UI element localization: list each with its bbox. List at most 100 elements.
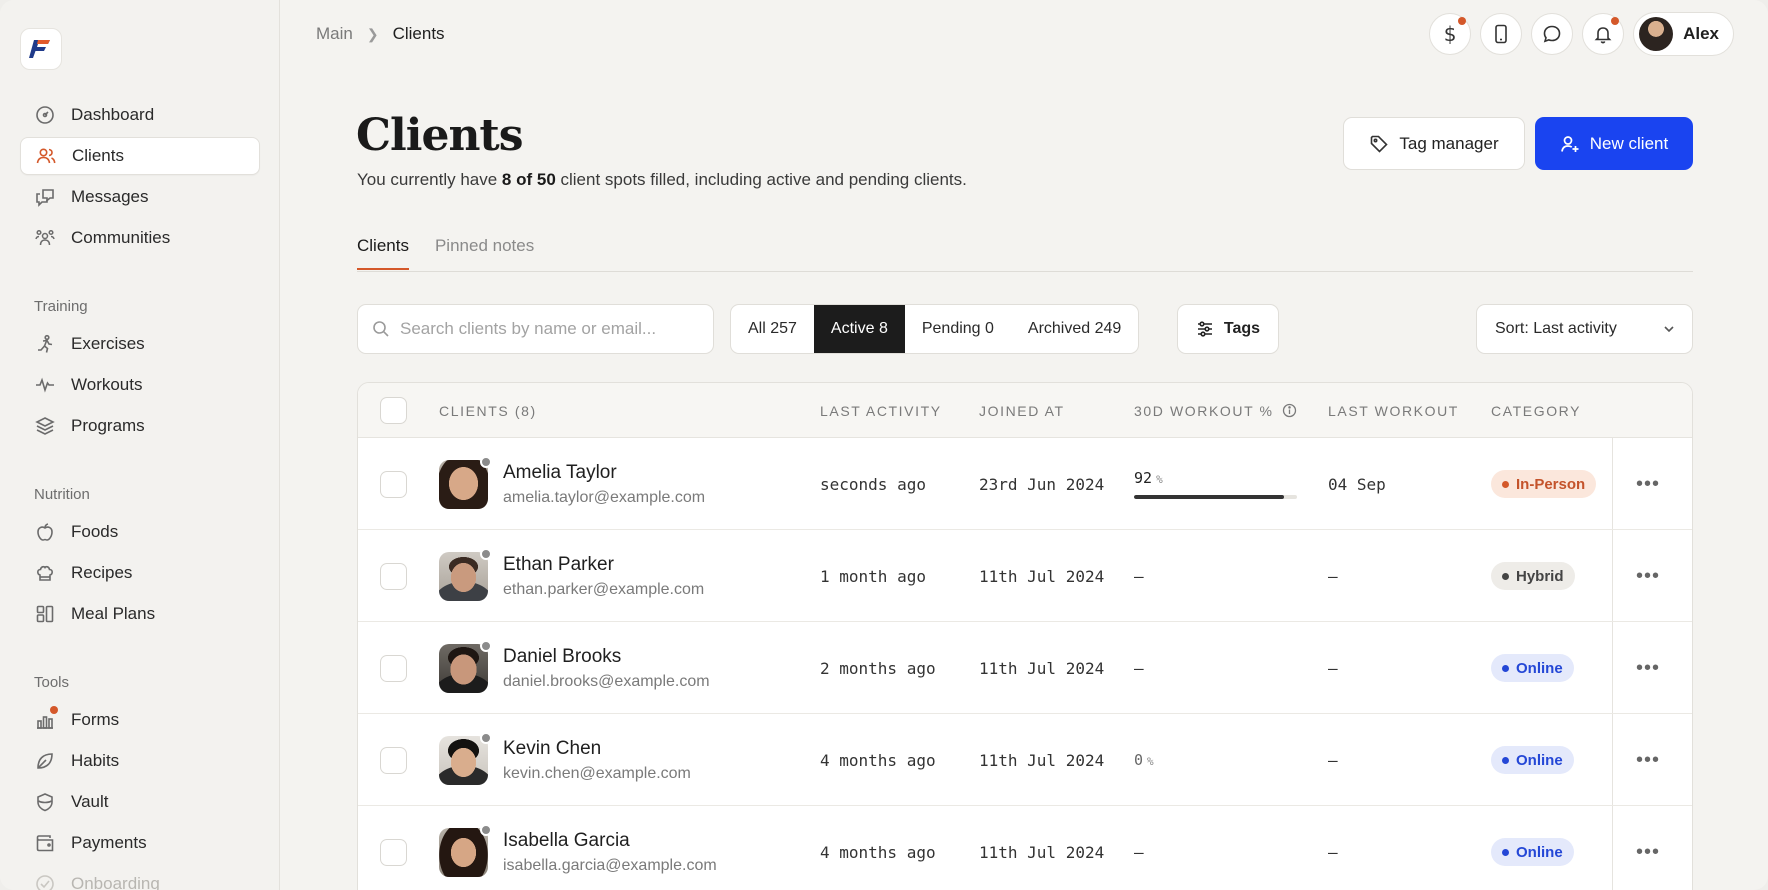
row-checkbox[interactable] [380, 746, 407, 774]
avatar [439, 823, 492, 877]
sidebar-item-programs[interactable]: Programs [20, 407, 260, 445]
sidebar-item-vault[interactable]: Vault [20, 783, 260, 821]
chat-bubble-icon [1543, 25, 1561, 43]
tags-label: Tags [1223, 320, 1261, 337]
table-header: CLIENTS (8) LAST ACTIVITY JOINED AT 30D … [358, 383, 1692, 438]
tab-clients[interactable]: Clients [357, 236, 409, 270]
client-name[interactable]: Amelia Taylor [503, 462, 705, 484]
tab-pinned-notes[interactable]: Pinned notes [435, 236, 534, 270]
workout-pct-unit: % [1147, 755, 1154, 768]
sidebar-item-exercises[interactable]: Exercises [20, 325, 260, 363]
sidebar-item-dashboard[interactable]: Dashboard [20, 96, 260, 134]
notification-dot [1611, 17, 1620, 25]
filter-pending[interactable]: Pending 0 [905, 305, 1011, 353]
status-dot [480, 547, 492, 560]
client-name[interactable]: Kevin Chen [503, 738, 691, 760]
chat-button[interactable] [1531, 13, 1574, 55]
sidebar-item-onboarding[interactable]: Onboarding [20, 865, 260, 890]
last-activity: 2 months ago [820, 658, 936, 678]
avatar [439, 455, 492, 509]
new-client-button[interactable]: New client [1535, 117, 1693, 170]
row-more-button[interactable]: ••• [1636, 806, 1660, 890]
row-more-button[interactable]: ••• [1636, 438, 1660, 530]
sidebar-item-forms[interactable]: Forms [20, 701, 260, 739]
sidebar-item-foods[interactable]: Foods [20, 513, 260, 551]
sidebar-item-communities[interactable]: Communities [20, 219, 260, 257]
search-box [357, 304, 714, 354]
table-row[interactable]: Isabella Garcia isabella.garcia@example.… [358, 806, 1692, 890]
sidebar-item-payments[interactable]: Payments [20, 824, 260, 862]
chevron-down-icon [1664, 326, 1674, 333]
sidebar-item-habits[interactable]: Habits [20, 742, 260, 780]
row-checkbox[interactable] [380, 838, 407, 866]
users-icon [35, 145, 57, 167]
client-name[interactable]: Ethan Parker [503, 554, 704, 576]
table-row[interactable]: Kevin Chen kevin.chen@example.com 4 mont… [358, 714, 1692, 806]
more-horizontal-icon: ••• [1636, 472, 1661, 495]
tag-manager-button[interactable]: Tag manager [1343, 117, 1525, 170]
breadcrumb-main-link[interactable]: Main [316, 24, 353, 44]
notifications-button[interactable] [1582, 13, 1625, 55]
apple-icon [34, 521, 56, 543]
sidebar-item-meal-plans[interactable]: Meal Plans [20, 595, 260, 633]
pulse-icon [34, 374, 56, 396]
mobile-app-button[interactable] [1480, 13, 1523, 55]
client-name[interactable]: Isabella Garcia [503, 830, 717, 852]
search-input[interactable] [400, 319, 690, 339]
shield-icon [34, 791, 56, 813]
sidebar-item-messages[interactable]: Messages [20, 178, 260, 216]
user-menu[interactable]: Alex [1633, 12, 1734, 56]
sidebar-section-tools: Tools [34, 674, 70, 691]
row-more-button[interactable]: ••• [1636, 622, 1660, 714]
meal-plan-icon [34, 603, 56, 625]
sidebar-item-clients[interactable]: Clients [20, 137, 260, 175]
row-checkbox[interactable] [380, 470, 407, 498]
filter-all[interactable]: All 257 [731, 305, 814, 353]
header-category[interactable]: CATEGORY [1491, 383, 1581, 438]
category-badge: Online [1491, 654, 1574, 682]
last-activity: 1 month ago [820, 566, 926, 586]
filter-archived[interactable]: Archived 249 [1011, 305, 1138, 353]
header-clients[interactable]: CLIENTS (8) [439, 383, 537, 438]
row-more-button[interactable]: ••• [1636, 714, 1660, 806]
sidebar-item-recipes[interactable]: Recipes [20, 554, 260, 592]
last-workout: – [1328, 750, 1338, 770]
last-activity: seconds ago [820, 474, 926, 494]
client-name[interactable]: Daniel Brooks [503, 646, 710, 668]
sidebar-item-label: Workouts [71, 375, 143, 394]
table-row[interactable]: Amelia Taylor amelia.taylor@example.com … [358, 438, 1692, 530]
header-last-workout[interactable]: LAST WORKOUT [1328, 383, 1459, 438]
sidebar-item-label: Onboarding [71, 874, 160, 890]
tags-filter-button[interactable]: Tags [1177, 304, 1279, 354]
joined-date: 11th Jul 2024 [979, 750, 1105, 770]
header-workout-pct[interactable]: 30D WORKOUT % [1134, 383, 1297, 438]
sidebar-section-training: Training [34, 298, 88, 315]
table-row[interactable]: Ethan Parker ethan.parker@example.com 1 … [358, 530, 1692, 622]
sidebar-item-workouts[interactable]: Workouts [20, 366, 260, 404]
row-checkbox[interactable] [380, 654, 407, 682]
joined-date: 11th Jul 2024 [979, 658, 1105, 678]
sidebar-item-label: Communities [71, 228, 171, 247]
filter-active[interactable]: Active 8 [813, 305, 905, 353]
messages-icon [34, 186, 56, 208]
sidebar-item-label: Exercises [71, 334, 145, 353]
header-last-activity[interactable]: LAST ACTIVITY [820, 383, 942, 438]
last-activity: 4 months ago [820, 750, 936, 770]
category-badge: Online [1491, 746, 1574, 774]
client-email: amelia.taylor@example.com [503, 488, 706, 506]
category-label: Online [1516, 843, 1563, 861]
row-checkbox[interactable] [380, 562, 407, 590]
billing-button[interactable]: $ [1429, 13, 1472, 55]
sort-dropdown[interactable]: Sort: Last activity [1476, 304, 1693, 354]
row-more-button[interactable]: ••• [1636, 530, 1660, 622]
info-icon[interactable] [1282, 403, 1297, 418]
badge-dot [1502, 848, 1509, 856]
header-joined-at[interactable]: JOINED AT [979, 383, 1065, 438]
status-dot [480, 731, 492, 744]
table-row[interactable]: Daniel Brooks daniel.brooks@example.com … [358, 622, 1692, 714]
page-subtitle: You currently have 8 of 50 client spots … [357, 170, 967, 190]
select-all-checkbox[interactable] [380, 397, 407, 424]
status-dot [480, 455, 492, 468]
app-logo[interactable] [20, 28, 62, 70]
header-workout-pct-label: 30D WORKOUT % [1134, 402, 1274, 419]
